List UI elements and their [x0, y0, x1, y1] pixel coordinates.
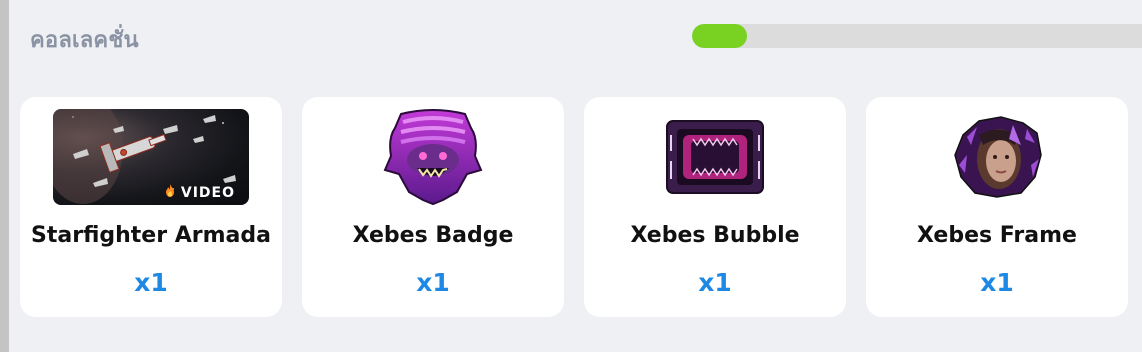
collection-card-xebes-bubble[interactable]: Xebes Bubble x1: [584, 97, 846, 317]
collection-progress-fill: [692, 24, 748, 48]
collection-item-list: VIDEO Starfighter Armada x1 Xebes Badge …: [20, 97, 1128, 317]
item-quantity: x1: [698, 268, 732, 297]
item-thumbnail: VIDEO: [53, 108, 249, 206]
item-thumbnail: [899, 108, 1095, 206]
video-badge: VIDEO: [165, 184, 235, 201]
item-name: Starfighter Armada: [31, 223, 271, 248]
item-thumbnail: [617, 108, 813, 206]
item-name: Xebes Frame: [917, 223, 1077, 248]
item-thumbnail: [335, 108, 531, 206]
item-quantity: x1: [980, 268, 1014, 297]
fire-icon: [165, 184, 175, 201]
left-edge-rail: [0, 0, 9, 352]
collection-card-xebes-badge[interactable]: Xebes Badge x1: [302, 97, 564, 317]
collection-card-starfighter-armada[interactable]: VIDEO Starfighter Armada x1: [20, 97, 282, 317]
item-quantity: x1: [134, 268, 168, 297]
item-name: Xebes Badge: [352, 223, 514, 248]
collection-card-xebes-frame[interactable]: Xebes Frame x1: [866, 97, 1128, 317]
xebes-badge-image: [383, 109, 483, 206]
xebes-bubble-image: [666, 120, 764, 194]
collection-progress-bar: [692, 24, 1142, 48]
item-name: Xebes Bubble: [630, 223, 800, 248]
starfighter-video-thumbnail: VIDEO: [53, 109, 249, 205]
xebes-frame-image: [954, 116, 1042, 198]
video-badge-label: VIDEO: [180, 184, 235, 201]
section-title: คอลเลคชั่น: [30, 28, 139, 53]
item-quantity: x1: [416, 268, 450, 297]
